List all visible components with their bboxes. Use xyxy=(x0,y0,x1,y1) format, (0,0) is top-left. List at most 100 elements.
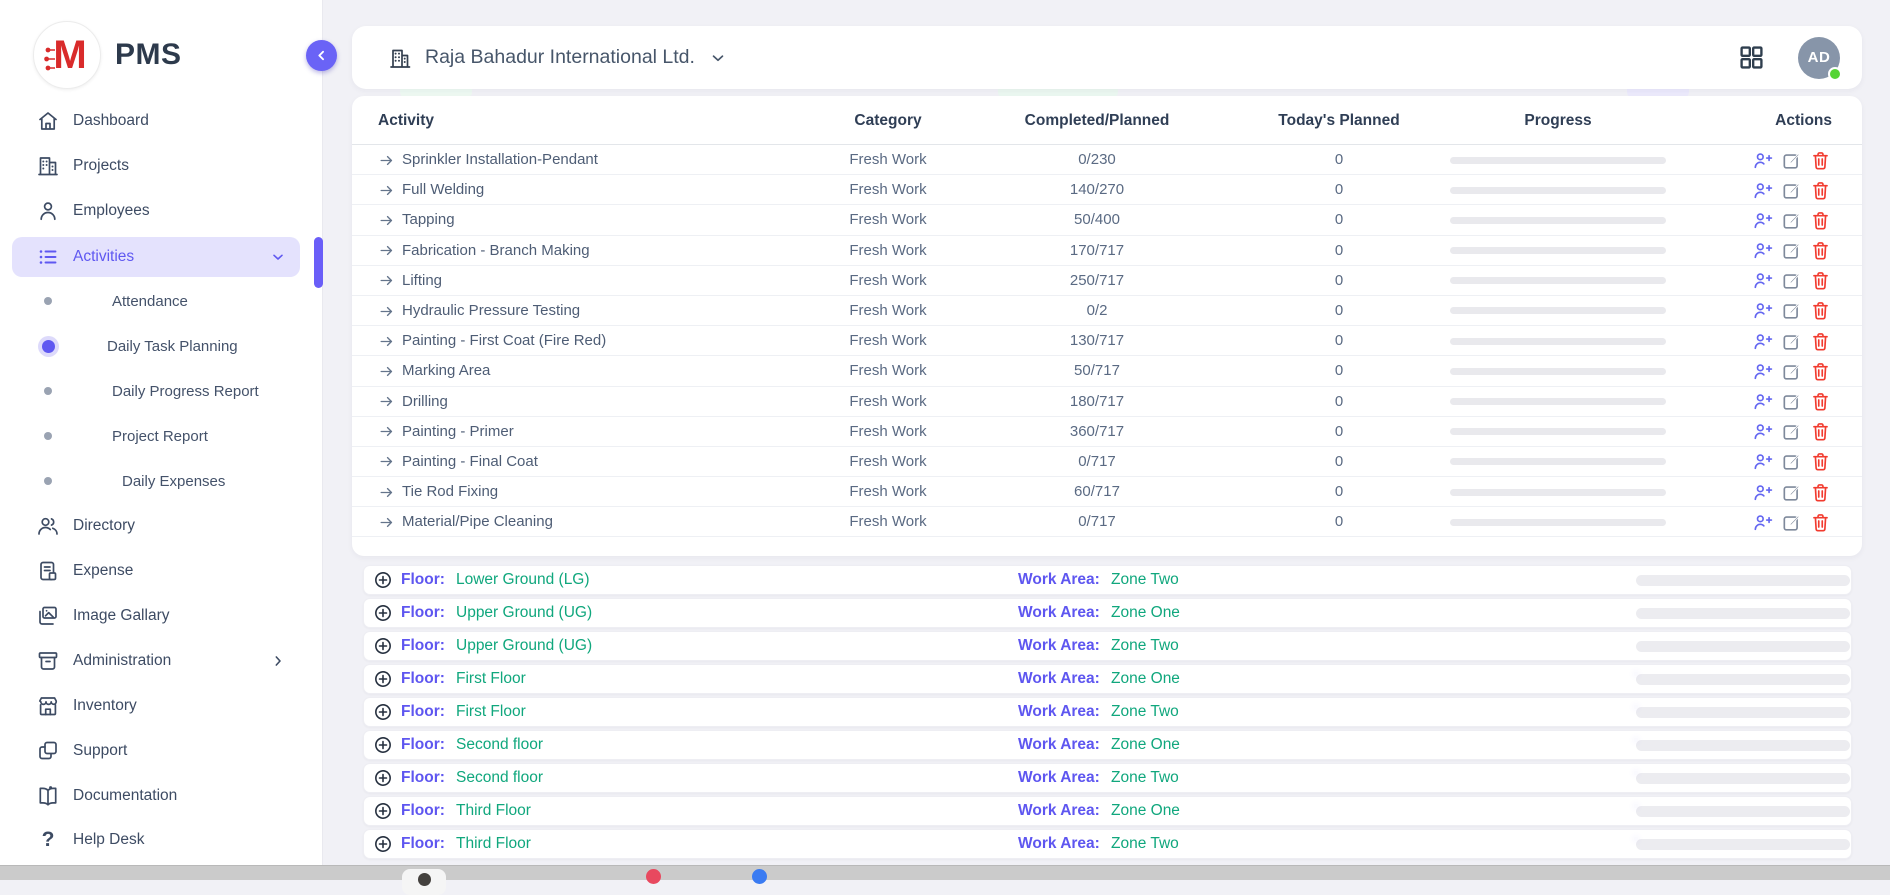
arrow-right-icon[interactable] xyxy=(378,333,395,350)
sidebar-item-expense[interactable]: Expense xyxy=(12,551,300,591)
arrow-right-icon[interactable] xyxy=(378,423,395,440)
expand-plus-icon[interactable] xyxy=(373,636,393,656)
assign-person-button[interactable] xyxy=(1752,240,1773,261)
assign-person-button[interactable] xyxy=(1752,270,1773,291)
delete-button[interactable] xyxy=(1810,180,1831,201)
work-area-name: Zone One xyxy=(1111,604,1180,622)
sidebar-subitem-daily-task-planning[interactable]: Daily Task Planning xyxy=(12,328,300,364)
assign-person-button[interactable] xyxy=(1752,210,1773,231)
floor-row[interactable]: Floor: Second floor Work Area: Zone One xyxy=(363,730,1852,760)
taskbar-blue-dot-icon[interactable] xyxy=(752,869,767,884)
assign-person-button[interactable] xyxy=(1752,331,1773,352)
sidebar-subitem-label: Attendance xyxy=(112,293,188,310)
edit-button[interactable] xyxy=(1781,451,1802,472)
sidebar-item-dashboard[interactable]: Dashboard xyxy=(12,101,300,141)
sidebar-item-image-gallary[interactable]: Image Gallary xyxy=(12,596,300,636)
edit-button[interactable] xyxy=(1781,300,1802,321)
sidebar-item-documentation[interactable]: Documentation xyxy=(12,776,300,816)
row-actions xyxy=(1752,210,1831,231)
edit-button[interactable] xyxy=(1781,512,1802,533)
arrow-right-icon[interactable] xyxy=(378,303,395,320)
arrow-right-icon[interactable] xyxy=(378,242,395,259)
edit-button[interactable] xyxy=(1781,210,1802,231)
floor-row[interactable]: Floor: First Floor Work Area: Zone One xyxy=(363,664,1852,694)
company-selector[interactable]: Raja Bahadur International Ltd. xyxy=(388,46,727,70)
assign-person-button[interactable] xyxy=(1752,421,1773,442)
delete-button[interactable] xyxy=(1810,210,1831,231)
floor-row[interactable]: Floor: Second floor Work Area: Zone Two xyxy=(363,763,1852,793)
arrow-right-icon[interactable] xyxy=(378,484,395,501)
arrow-right-icon[interactable] xyxy=(378,182,395,199)
floor-row[interactable]: Floor: Third Floor Work Area: Zone One xyxy=(363,796,1852,826)
user-avatar[interactable]: AD xyxy=(1798,37,1840,79)
delete-button[interactable] xyxy=(1810,240,1831,261)
edit-button[interactable] xyxy=(1781,482,1802,503)
edit-button[interactable] xyxy=(1781,150,1802,171)
sidebar-item-employees[interactable]: Employees xyxy=(12,191,300,231)
delete-button[interactable] xyxy=(1810,270,1831,291)
expand-plus-icon[interactable] xyxy=(373,570,393,590)
assign-person-button[interactable] xyxy=(1752,451,1773,472)
delete-button[interactable] xyxy=(1810,300,1831,321)
sidebar-item-activities[interactable]: Activities xyxy=(12,237,300,277)
edit-button[interactable] xyxy=(1781,361,1802,382)
sidebar-subitem-attendance[interactable]: Attendance xyxy=(12,283,300,319)
edit-button[interactable] xyxy=(1781,391,1802,412)
arrow-right-icon[interactable] xyxy=(378,212,395,229)
sidebar-item-support[interactable]: Support xyxy=(12,731,300,771)
expand-plus-icon[interactable] xyxy=(373,669,393,689)
taskbar-app-icon[interactable] xyxy=(402,869,446,895)
edit-button[interactable] xyxy=(1781,421,1802,442)
sidebar-item-inventory[interactable]: Inventory xyxy=(12,686,300,726)
arrow-right-icon[interactable] xyxy=(378,272,395,289)
delete-button[interactable] xyxy=(1810,391,1831,412)
category-cell: Fresh Work xyxy=(788,417,988,447)
assign-person-button[interactable] xyxy=(1752,180,1773,201)
arrow-right-icon[interactable] xyxy=(378,393,395,410)
delete-button[interactable] xyxy=(1810,361,1831,382)
expand-plus-icon[interactable] xyxy=(373,768,393,788)
sidebar-item-directory[interactable]: Directory xyxy=(12,506,300,546)
delete-button[interactable] xyxy=(1810,421,1831,442)
arrow-right-icon[interactable] xyxy=(378,514,395,531)
expand-plus-icon[interactable] xyxy=(373,603,393,623)
arrow-right-icon[interactable] xyxy=(378,363,395,380)
building-icon xyxy=(388,46,412,70)
taskbar-red-dot-icon[interactable] xyxy=(646,869,661,884)
sidebar-subitem-daily-expenses[interactable]: Daily Expenses xyxy=(12,463,300,499)
floor-row[interactable]: Floor: First Floor Work Area: Zone Two xyxy=(363,697,1852,727)
delete-button[interactable] xyxy=(1810,150,1831,171)
floor-row[interactable]: Floor: Upper Ground (UG) Work Area: Zone… xyxy=(363,631,1852,661)
delete-button[interactable] xyxy=(1810,512,1831,533)
delete-button[interactable] xyxy=(1810,451,1831,472)
delete-button[interactable] xyxy=(1810,482,1831,503)
assign-person-button[interactable] xyxy=(1752,150,1773,171)
assign-person-button[interactable] xyxy=(1752,391,1773,412)
edit-button[interactable] xyxy=(1781,331,1802,352)
edit-button[interactable] xyxy=(1781,270,1802,291)
edit-button[interactable] xyxy=(1781,180,1802,201)
assign-person-button[interactable] xyxy=(1752,361,1773,382)
apps-grid-icon[interactable] xyxy=(1738,44,1765,71)
floor-row[interactable]: Floor: Lower Ground (LG) Work Area: Zone… xyxy=(363,565,1852,595)
sidebar-collapse-button[interactable] xyxy=(306,40,337,71)
sidebar-item-projects[interactable]: Projects xyxy=(12,146,300,186)
assign-person-button[interactable] xyxy=(1752,482,1773,503)
arrow-right-icon[interactable] xyxy=(378,152,395,169)
edit-button[interactable] xyxy=(1781,240,1802,261)
expand-plus-icon[interactable] xyxy=(373,801,393,821)
floor-row[interactable]: Floor: Upper Ground (UG) Work Area: Zone… xyxy=(363,598,1852,628)
expand-plus-icon[interactable] xyxy=(373,702,393,722)
sidebar-subitem-daily-progress-report[interactable]: Daily Progress Report xyxy=(12,373,300,409)
assign-person-button[interactable] xyxy=(1752,300,1773,321)
expand-plus-icon[interactable] xyxy=(373,834,393,854)
delete-button[interactable] xyxy=(1810,331,1831,352)
sidebar-item-administration[interactable]: Administration xyxy=(12,641,300,681)
floor-row[interactable]: Floor: Third Floor Work Area: Zone Two xyxy=(363,829,1852,859)
category-cell: Fresh Work xyxy=(788,205,988,235)
expand-plus-icon[interactable] xyxy=(373,735,393,755)
sidebar-subitem-project-report[interactable]: Project Report xyxy=(12,418,300,454)
arrow-right-icon[interactable] xyxy=(378,453,395,470)
assign-person-button[interactable] xyxy=(1752,512,1773,533)
sidebar-item-help-desk[interactable]: ? Help Desk xyxy=(12,820,300,860)
